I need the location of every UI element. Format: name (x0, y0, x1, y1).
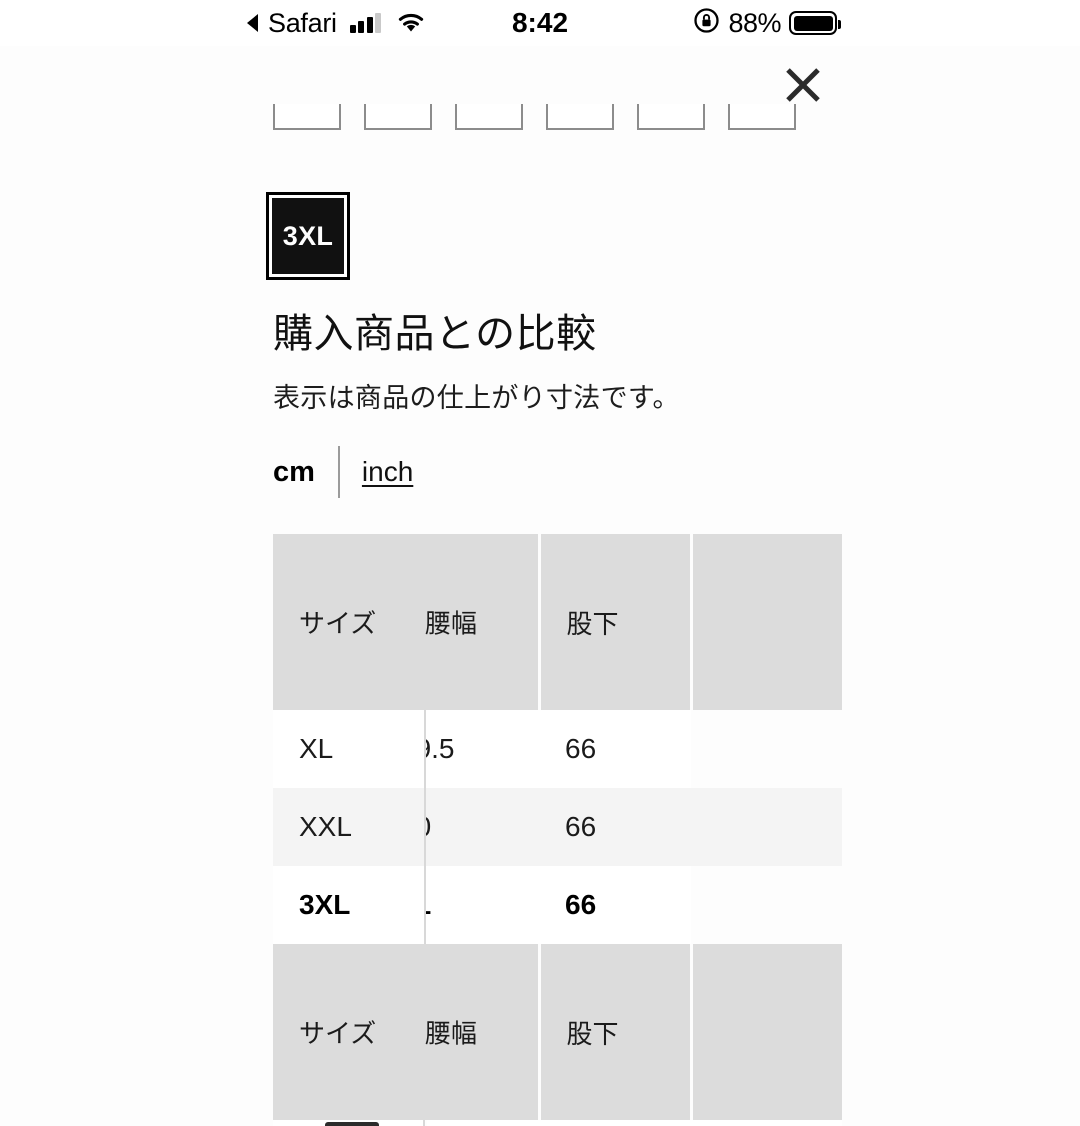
table-header-size-waist: サイズ 腰幅 (273, 534, 541, 710)
column-header-extra (691, 534, 842, 710)
cells-partial (427, 1120, 842, 1126)
cell-extra (691, 788, 842, 866)
size-chip[interactable] (546, 104, 614, 130)
cell-extra (691, 866, 842, 944)
cell-size: 3XL (273, 866, 426, 944)
cell-size: XL (273, 710, 426, 788)
size-chip[interactable] (637, 104, 705, 130)
column-header-extra (691, 944, 842, 1120)
size-chip-row (273, 104, 796, 132)
table-header-size-waist: サイズ 腰幅 (273, 944, 541, 1120)
column-header-inseam: 股下 (539, 944, 693, 1120)
column-header-waist: 腰幅 (425, 1018, 478, 1049)
selected-size-button[interactable]: 3XL (266, 192, 350, 280)
battery-percent-label: 88% (728, 7, 781, 38)
table-header-row: サイズ 腰幅 股下 (273, 534, 842, 710)
size-chip[interactable] (364, 104, 432, 130)
cell-inseam: 66 (539, 788, 691, 866)
cell-inseam: 66 (539, 866, 691, 944)
size-table-primary: サイズ 腰幅 股下 XL 29.5 66 XXL 30 66 3XL (273, 534, 842, 944)
size-chart-modal: 3XL 購入商品との比較 表示は商品の仕上がり寸法です。 cm inch サイズ… (0, 46, 1080, 1126)
cell-size: XXL (273, 788, 426, 866)
unit-option-inch[interactable]: inch (340, 456, 413, 488)
cell-extra (691, 710, 842, 788)
size-table-secondary: サイズ 腰幅 股下 (273, 944, 842, 1120)
table-row: XXL 30 66 (273, 788, 842, 866)
selected-size-label: 3XL (269, 195, 347, 277)
table-row-partial (273, 1120, 842, 1126)
page-title: 購入商品との比較 (273, 312, 597, 356)
status-bar-clock: 8:42 (511, 7, 569, 38)
battery-full-icon (789, 11, 841, 35)
unit-option-cm[interactable]: cm (273, 456, 338, 489)
unit-toggle: cm inch (273, 446, 413, 498)
column-header-size: サイズ (299, 1018, 377, 1049)
cell-waist: 31 (425, 866, 539, 944)
cell-inseam: 66 (539, 710, 691, 788)
table-row-selected: 3XL 31 66 (273, 866, 842, 944)
selected-size-marker (325, 1122, 379, 1126)
table-row: XL 29.5 66 (273, 710, 842, 788)
column-header-size: サイズ (299, 608, 377, 639)
table-body: XL 29.5 66 XXL 30 66 3XL 31 66 (273, 710, 842, 944)
table-header-row: サイズ 腰幅 股下 (273, 944, 842, 1120)
column-header-inseam: 股下 (539, 534, 693, 710)
status-bar-right: 88% (693, 7, 841, 39)
column-header-waist: 腰幅 (425, 608, 478, 639)
size-chip[interactable] (728, 104, 796, 130)
cell-waist: 30 (425, 788, 539, 866)
page-subtitle: 表示は商品の仕上がり寸法です。 (273, 383, 680, 413)
cell-waist: 29.5 (425, 710, 539, 788)
status-bar: Safari 8:42 88% (0, 0, 1080, 46)
size-chip[interactable] (455, 104, 523, 130)
rotation-lock-icon (693, 7, 720, 39)
size-chip[interactable] (273, 104, 341, 130)
